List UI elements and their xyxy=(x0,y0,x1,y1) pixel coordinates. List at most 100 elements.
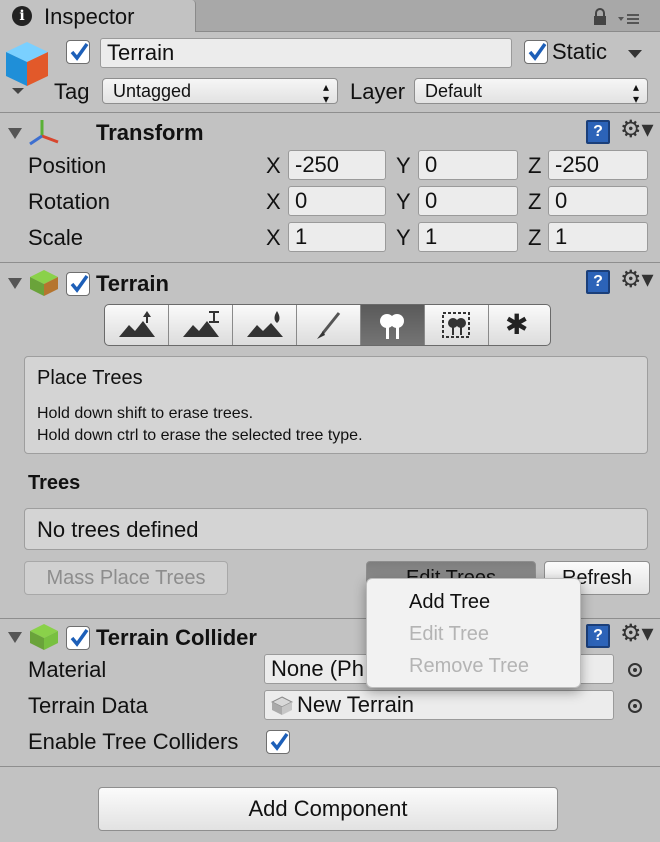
mass-place-trees-button[interactable]: Mass Place Trees xyxy=(24,561,228,595)
axis-y-label: Y xyxy=(396,153,411,178)
terrain-icon xyxy=(30,270,58,296)
updown-arrows-icon: ▴ ▾ xyxy=(322,80,329,106)
enable-tree-colliders-checkbox[interactable] xyxy=(266,730,290,754)
terrain-collider-icon xyxy=(30,624,58,650)
terrain-enabled-checkbox[interactable] xyxy=(66,272,90,296)
checkmark-icon xyxy=(70,42,89,61)
add-component-button[interactable]: Add Component xyxy=(98,787,558,831)
axis-y-label: Y xyxy=(396,189,411,214)
axis-x-label: X xyxy=(266,225,281,250)
layer-label: Layer xyxy=(350,79,406,104)
axis-z-label: Z xyxy=(528,153,542,178)
transform-title: Transform xyxy=(96,120,204,145)
axis-y-label: Y xyxy=(396,225,411,250)
checkmark-icon xyxy=(528,42,547,61)
terrain-settings-icon: ✱ xyxy=(505,309,529,340)
paint-details-button[interactable] xyxy=(425,305,489,345)
inspector-tab[interactable]: i Inspector xyxy=(0,0,196,32)
position-label: Position xyxy=(28,153,107,178)
axis-z-label: Z xyxy=(528,189,542,214)
paint-height-button[interactable] xyxy=(169,305,233,345)
edit-trees-menu: Add Tree Edit Tree Remove Tree xyxy=(366,578,581,688)
help-line-1: Hold down shift to erase trees. xyxy=(37,405,254,422)
tag-label: Tag xyxy=(54,79,90,104)
checkmark-icon xyxy=(70,628,89,647)
rotation-y-field[interactable]: 0 xyxy=(418,186,518,216)
position-x-field[interactable]: -250 xyxy=(288,150,386,180)
terrain-tool-bar: ✱ xyxy=(104,304,551,346)
gear-icon[interactable]: ⚙▾ xyxy=(620,622,654,646)
info-icon: i xyxy=(12,6,32,26)
menu-item-remove-tree[interactable]: Remove Tree xyxy=(409,655,529,678)
transform-foldout-icon[interactable] xyxy=(8,128,22,139)
raise-lower-terrain-button[interactable] xyxy=(105,305,169,345)
smooth-height-button[interactable] xyxy=(233,305,297,345)
help-line-2: Hold down ctrl to erase the selected tre… xyxy=(37,427,363,444)
rotation-z-field[interactable]: 0 xyxy=(548,186,648,216)
static-checkbox[interactable] xyxy=(524,40,548,64)
paint-texture-button[interactable] xyxy=(297,305,361,345)
rotation-x-field[interactable]: 0 xyxy=(288,186,386,216)
inspector-tab-title: Inspector xyxy=(44,4,135,29)
tag-value: Untagged xyxy=(113,81,192,101)
enable-tree-colliders-label: Enable Tree Colliders xyxy=(28,729,239,754)
menu-item-add-tree[interactable]: Add Tree xyxy=(409,591,490,614)
divider xyxy=(0,112,660,113)
trees-empty-text: No trees defined xyxy=(37,517,199,542)
gear-icon[interactable]: ⚙▾ xyxy=(620,118,654,142)
scale-y-field[interactable]: 1 xyxy=(418,222,518,252)
terrain-foldout-icon[interactable] xyxy=(8,278,22,289)
axis-z-label: Z xyxy=(528,225,542,250)
object-name-field[interactable]: Terrain xyxy=(100,38,512,68)
transform-axes-icon xyxy=(29,120,59,146)
object-picker-icon[interactable] xyxy=(628,699,642,713)
paint-height-icon xyxy=(183,311,219,337)
trees-list-box: No trees defined xyxy=(24,508,648,550)
place-trees-icon xyxy=(380,314,404,339)
checkmark-icon xyxy=(70,274,89,293)
terrain-title: Terrain xyxy=(96,271,169,296)
axis-x-label: X xyxy=(266,153,281,178)
place-trees-help-box: Place Trees Hold down shift to erase tre… xyxy=(24,356,648,454)
place-trees-button[interactable] xyxy=(361,305,425,345)
scale-x-field[interactable]: 1 xyxy=(288,222,386,252)
static-dropdown-icon[interactable] xyxy=(628,50,642,58)
terrain-settings-button[interactable]: ✱ xyxy=(489,305,550,345)
collider-enabled-checkbox[interactable] xyxy=(66,626,90,650)
static-label: Static xyxy=(552,39,608,64)
terrain-data-field[interactable]: New Terrain xyxy=(264,690,614,720)
menu-item-edit-tree[interactable]: Edit Tree xyxy=(409,623,489,646)
paint-texture-icon xyxy=(317,312,341,339)
inspector-tab-bar: i Inspector xyxy=(0,0,660,32)
help-icon[interactable]: ? xyxy=(586,120,610,144)
position-z-field[interactable]: -250 xyxy=(548,150,648,180)
updown-arrows-icon: ▴ ▾ xyxy=(632,80,639,106)
divider xyxy=(0,262,660,263)
smooth-height-icon xyxy=(247,311,283,337)
paint-details-icon xyxy=(442,312,470,338)
active-checkbox[interactable] xyxy=(66,40,90,64)
axis-x-label: X xyxy=(266,189,281,214)
lock-icon[interactable] xyxy=(592,8,608,26)
checkmark-icon xyxy=(270,732,289,751)
help-icon[interactable]: ? xyxy=(586,624,610,648)
layer-value: Default xyxy=(425,81,483,101)
scale-z-field[interactable]: 1 xyxy=(548,222,648,252)
scale-label: Scale xyxy=(28,225,84,250)
help-icon[interactable]: ? xyxy=(586,270,610,294)
tab-menu-icon[interactable] xyxy=(618,12,640,26)
gear-icon[interactable]: ⚙▾ xyxy=(620,268,654,292)
divider xyxy=(0,766,660,767)
gameobject-cube-icon[interactable] xyxy=(4,40,50,96)
collider-title: Terrain Collider xyxy=(96,625,257,650)
layer-dropdown[interactable]: Default ▴ ▾ xyxy=(414,78,648,106)
terrain-collider-foldout-icon[interactable] xyxy=(8,632,22,643)
tag-dropdown[interactable]: Untagged ▴ ▾ xyxy=(102,78,338,106)
terrain-data-label: Terrain Data xyxy=(28,693,148,718)
help-title: Place Trees xyxy=(37,367,143,389)
rotation-label: Rotation xyxy=(28,189,110,214)
terrain-data-value: New Terrain xyxy=(297,692,414,717)
position-y-field[interactable]: 0 xyxy=(418,150,518,180)
object-picker-icon[interactable] xyxy=(628,663,642,677)
terrain-data-asset-icon xyxy=(271,696,293,715)
